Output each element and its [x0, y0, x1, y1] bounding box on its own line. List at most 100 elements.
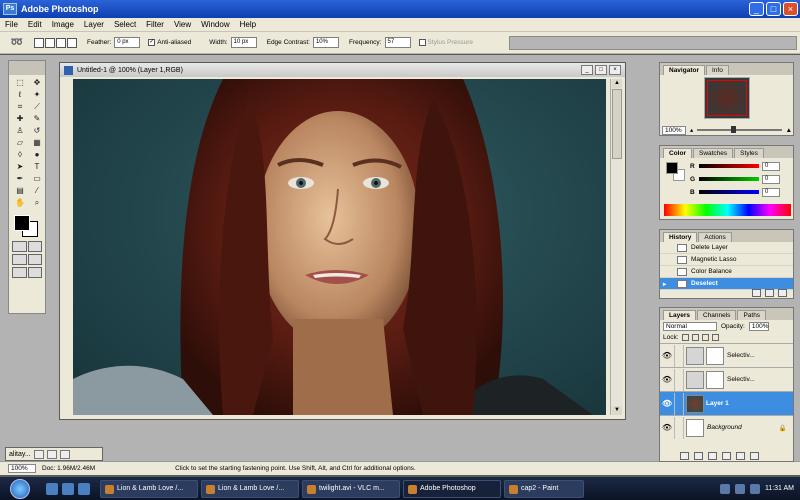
magnetic-lasso-icon[interactable]: ➿ [8, 35, 26, 51]
mini-maximize-button[interactable] [46, 449, 57, 459]
tab-channels[interactable]: Channels [696, 310, 737, 320]
menu-file[interactable]: File [0, 20, 23, 29]
lock-image-icon[interactable] [691, 334, 699, 341]
quick-mask-icon[interactable] [27, 241, 42, 252]
scroll-down-arrow[interactable]: ▼ [612, 406, 622, 415]
maximize-button[interactable]: □ [766, 2, 781, 16]
new-layer-icon[interactable] [736, 452, 745, 460]
status-zoom[interactable]: 100% [8, 464, 36, 473]
layer-row[interactable]: 👁 Background 🔒 [660, 415, 793, 439]
tab-history[interactable]: History [663, 232, 698, 242]
g-slider[interactable] [699, 177, 759, 181]
tab-actions[interactable]: Actions [698, 232, 732, 242]
dodge-tool-icon[interactable]: ● [29, 149, 45, 160]
history-item[interactable]: Delete Layer [660, 242, 793, 254]
frequency-input[interactable]: 57 [384, 37, 411, 48]
feather-input[interactable]: 0 px [114, 37, 141, 48]
r-slider[interactable] [699, 164, 759, 168]
trash-icon[interactable] [778, 289, 787, 297]
lock-position-icon[interactable] [701, 334, 709, 341]
history-brush-tool-icon[interactable]: ↺ [29, 125, 45, 136]
marquee-tool-icon[interactable]: ⬚ [12, 77, 28, 88]
color-foreground[interactable] [666, 162, 678, 174]
network-icon[interactable] [719, 483, 730, 494]
width-input[interactable]: 10 px [230, 37, 257, 48]
clone-stamp-tool-icon[interactable]: ♙ [12, 125, 28, 136]
add-selection-mode[interactable] [45, 37, 55, 48]
layer-row-selected[interactable]: 👁 Layer 1 [660, 391, 793, 415]
minimized-document[interactable]: alitay... [5, 447, 103, 461]
task-button[interactable]: Lion & Lamb Love /... [201, 479, 299, 498]
jump-to-imageready-icon[interactable] [27, 267, 42, 278]
intersect-selection-mode[interactable] [67, 37, 77, 48]
color-swatches[interactable] [12, 213, 42, 237]
menu-select[interactable]: Select [109, 20, 141, 29]
tab-swatches[interactable]: Swatches [692, 148, 734, 158]
antialiased-checkbox[interactable]: ✓ [148, 39, 156, 46]
pen-tool-icon[interactable]: ✒ [12, 173, 28, 184]
tab-navigator[interactable]: Navigator [663, 65, 705, 75]
eye-icon[interactable]: 👁 [660, 351, 674, 360]
gradient-tool-icon[interactable]: ▦ [29, 137, 45, 148]
document-canvas[interactable] [73, 79, 606, 415]
new-document-from-state-icon[interactable] [752, 289, 761, 297]
lock-all-icon[interactable] [711, 334, 719, 341]
eraser-tool-icon[interactable]: ▱ [12, 137, 28, 148]
eye-icon[interactable]: 👁 [660, 423, 674, 432]
color-spectrum[interactable] [664, 204, 791, 216]
scroll-thumb[interactable] [612, 89, 622, 159]
zoom-tool-icon[interactable]: ⌕ [29, 197, 45, 208]
tab-styles[interactable]: Styles [734, 148, 764, 158]
mini-close-button[interactable] [59, 449, 70, 459]
minimize-button[interactable]: _ [749, 2, 764, 16]
lock-transparency-icon[interactable] [681, 334, 689, 341]
subtract-selection-mode[interactable] [56, 37, 66, 48]
move-tool-icon[interactable]: ✥ [29, 77, 45, 88]
g-value[interactable]: 0 [762, 174, 780, 184]
clock[interactable]: 11:31 AM [765, 485, 794, 492]
layer-row[interactable]: 👁 Selectiv... [660, 343, 793, 367]
healing-brush-tool-icon[interactable]: ✚ [12, 113, 28, 124]
crop-tool-icon[interactable]: ⌗ [12, 101, 28, 112]
b-slider[interactable] [699, 190, 759, 194]
start-button[interactable] [0, 477, 40, 500]
show-desktop-icon[interactable] [46, 482, 58, 495]
task-button[interactable]: twilight.avi - VLC m... [302, 479, 400, 498]
screen-mode-full-icon[interactable] [27, 254, 42, 265]
foreground-color[interactable] [14, 215, 30, 231]
r-value[interactable]: 0 [762, 161, 780, 171]
new-selection-mode[interactable] [34, 37, 44, 48]
new-snapshot-icon[interactable] [765, 289, 774, 297]
mini-restore-button[interactable] [33, 449, 44, 459]
menu-edit[interactable]: Edit [23, 20, 47, 29]
zoom-out-icon[interactable]: ▴ [690, 126, 693, 134]
stylus-pressure-checkbox[interactable] [418, 39, 426, 46]
menu-help[interactable]: Help [235, 20, 261, 29]
new-set-icon[interactable] [708, 452, 717, 460]
menu-window[interactable]: Window [196, 20, 234, 29]
switch-windows-icon[interactable] [62, 482, 74, 495]
layer-row[interactable]: 👁 Selectiv... [660, 367, 793, 391]
browser-icon[interactable] [78, 482, 90, 495]
edge-contrast-input[interactable]: 10% [312, 37, 339, 48]
palette-well[interactable] [509, 36, 797, 50]
tab-paths[interactable]: Paths [737, 310, 767, 320]
path-selection-tool-icon[interactable]: ➤ [12, 161, 28, 172]
lasso-tool-icon[interactable]: ℓ [12, 89, 28, 100]
blend-mode-select[interactable]: Normal [663, 321, 717, 331]
new-adjustment-layer-icon[interactable] [722, 452, 731, 460]
layer-style-icon[interactable] [680, 452, 689, 460]
doc-close-button[interactable]: × [609, 65, 621, 75]
close-button[interactable]: × [783, 2, 798, 16]
eye-icon[interactable]: 👁 [660, 399, 674, 408]
document-title-bar[interactable]: Untitled-1 @ 100% (Layer 1,RGB) _ □ × [60, 63, 625, 77]
eyedropper-tool-icon[interactable]: ⁄ [29, 185, 45, 196]
zoom-in-icon[interactable]: ▲ [786, 127, 792, 134]
layer-mask-icon[interactable] [694, 452, 703, 460]
standard-mode-icon[interactable] [12, 241, 27, 252]
zoom-slider[interactable] [697, 126, 782, 133]
menu-layer[interactable]: Layer [79, 20, 109, 29]
layer-mask-thumb[interactable] [706, 346, 724, 365]
shape-tool-icon[interactable]: ▭ [29, 173, 45, 184]
task-button[interactable]: Lion & Lamb Love /... [100, 479, 198, 498]
